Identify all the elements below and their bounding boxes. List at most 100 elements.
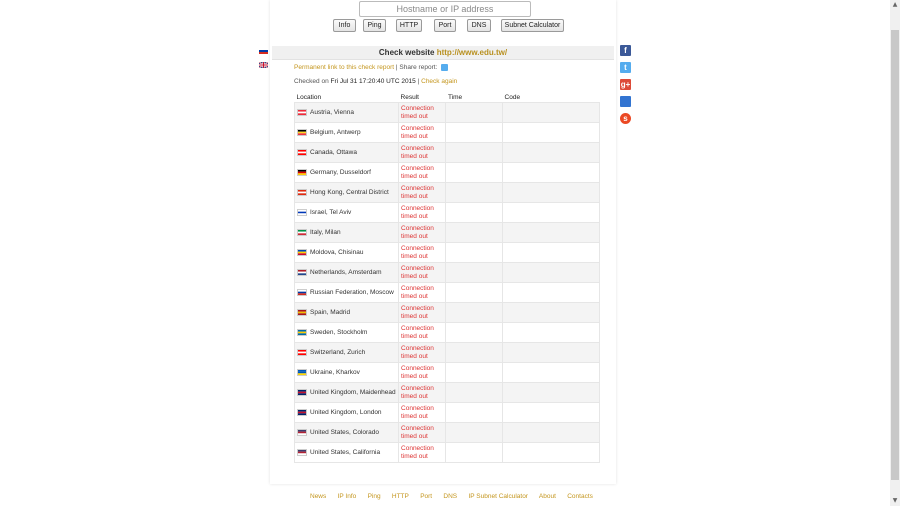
table-row: Russian Federation, Moscow Connection tim…	[293, 282, 600, 303]
russian-language-flag-icon[interactable]	[259, 48, 268, 54]
time-cell	[445, 222, 504, 243]
code-cell	[502, 202, 600, 223]
table-row: United Kingdom, London Connection timed o…	[293, 402, 600, 423]
location-cell: Russian Federation, Moscow	[293, 282, 400, 303]
location-cell: Italy, Milan	[293, 222, 400, 243]
location-cell: Switzerland, Zurich	[293, 342, 400, 363]
location-label: Spain, Madrid	[310, 308, 351, 316]
result-cell: Connection timed out	[398, 322, 447, 343]
code-cell	[502, 182, 600, 203]
result-cell: Connection timed out	[398, 202, 447, 223]
table-row: Canada, Ottawa Connection timed out	[293, 142, 600, 163]
result-status: Connection timed out	[401, 405, 434, 420]
time-cell	[445, 342, 504, 363]
subnet-calculator-button[interactable]: Subnet Calculator	[501, 19, 564, 32]
stumbleupon-icon[interactable]: s	[620, 113, 631, 124]
location-cell: United Kingdom, London	[293, 402, 400, 423]
time-cell	[445, 242, 504, 263]
result-status: Connection timed out	[401, 185, 434, 200]
location-cell: Austria, Vienna	[293, 102, 400, 123]
result-cell: Connection timed out	[398, 162, 447, 183]
table-row: Spain, Madrid Connection timed out	[293, 302, 600, 323]
code-cell	[502, 322, 600, 343]
time-cell	[445, 182, 504, 203]
result-column-header: Result	[398, 92, 446, 103]
country-flag-icon	[297, 249, 307, 256]
location-label: Netherlands, Amsterdam	[310, 268, 382, 276]
footer-link-http[interactable]: HTTP	[392, 493, 409, 500]
location-cell: Sweden, Stockholm	[293, 322, 400, 343]
port-button[interactable]: Port	[434, 19, 456, 32]
share-twitter-icon[interactable]	[441, 63, 449, 71]
location-label: Moldova, Chisinau	[310, 248, 364, 256]
table-row: United States, Colorado Connection timed …	[293, 422, 600, 443]
permalink-row: Permanent link to this check report | Sh…	[294, 63, 449, 72]
result-cell: Connection timed out	[398, 402, 447, 423]
footer-link-news[interactable]: News	[310, 493, 326, 500]
location-column-header: Location	[294, 92, 399, 103]
location-label: United States, California	[310, 448, 381, 456]
result-cell: Connection timed out	[398, 282, 447, 303]
code-cell	[502, 282, 600, 303]
result-status: Connection timed out	[401, 285, 434, 300]
code-cell	[502, 402, 600, 423]
table-row: Ukraine, Kharkov Connection timed out	[293, 362, 600, 383]
result-cell: Connection timed out	[398, 422, 447, 443]
permanent-link[interactable]: Permanent link to this check report	[294, 64, 394, 71]
location-label: Belgium, Antwerp	[310, 128, 361, 136]
separator: |	[417, 78, 420, 85]
footer-link-subnet-calculator[interactable]: IP Subnet Calculator	[468, 493, 528, 500]
table-row: Sweden, Stockholm Connection timed out	[293, 322, 600, 343]
dns-button[interactable]: DNS	[467, 19, 491, 32]
checked-datetime: Fri Jul 31 17:20:40 UTC 2015	[330, 78, 416, 85]
scrollbar-thumb[interactable]	[891, 30, 899, 480]
google-plus-icon[interactable]: g+	[620, 79, 631, 90]
location-label: Canada, Ottawa	[310, 148, 357, 156]
country-flag-icon	[297, 269, 307, 276]
ping-button[interactable]: Ping	[363, 19, 386, 32]
location-cell: United States, Colorado	[293, 422, 400, 443]
location-cell: Hong Kong, Central District	[293, 182, 400, 203]
country-flag-icon	[297, 369, 307, 376]
footer-nav: News IP Info Ping HTTP Port DNS IP Subne…	[310, 493, 602, 500]
table-row: United States, California Connection time…	[293, 442, 600, 463]
time-cell	[445, 422, 504, 443]
time-cell	[445, 262, 504, 283]
delicious-icon[interactable]	[620, 96, 631, 107]
hostname-input[interactable]: Hostname or IP address	[359, 1, 531, 17]
footer-link-about[interactable]: About	[539, 493, 556, 500]
location-label: Sweden, Stockholm	[310, 328, 368, 336]
code-cell	[502, 102, 600, 123]
result-status: Connection timed out	[401, 245, 434, 260]
footer-link-ping[interactable]: Ping	[368, 493, 381, 500]
country-flag-icon	[297, 229, 307, 236]
location-label: United Kingdom, Maidenhead	[310, 388, 396, 396]
location-label: Germany, Dusseldorf	[310, 168, 371, 176]
code-cell	[502, 302, 600, 323]
result-cell: Connection timed out	[398, 102, 447, 123]
footer-link-ip-info[interactable]: IP Info	[338, 493, 357, 500]
table-row: Israel, Tel Aviv Connection timed out	[293, 202, 600, 223]
facebook-icon[interactable]: f	[620, 45, 631, 56]
footer-link-port[interactable]: Port	[420, 493, 432, 500]
twitter-icon[interactable]: t	[620, 62, 631, 73]
result-status: Connection timed out	[401, 325, 434, 340]
info-button[interactable]: Info	[333, 19, 356, 32]
footer-link-contacts[interactable]: Contacts	[567, 493, 593, 500]
time-cell	[445, 122, 504, 143]
http-button[interactable]: HTTP	[396, 19, 422, 32]
scroll-up-arrow-icon[interactable]: ▲	[890, 0, 900, 10]
code-cell	[502, 342, 600, 363]
check-again-link[interactable]: Check again	[421, 78, 457, 85]
table-row: Belgium, Antwerp Connection timed out	[293, 122, 600, 143]
time-column-header: Time	[445, 92, 503, 103]
location-label: Austria, Vienna	[310, 108, 354, 116]
country-flag-icon	[297, 289, 307, 296]
english-language-flag-icon[interactable]	[259, 62, 268, 68]
scroll-down-arrow-icon[interactable]: ▼	[890, 496, 900, 506]
time-cell	[445, 102, 504, 123]
footer-link-dns[interactable]: DNS	[443, 493, 457, 500]
country-flag-icon	[297, 309, 307, 316]
checked-url-link[interactable]: http://www.edu.tw/	[437, 48, 507, 57]
time-cell	[445, 322, 504, 343]
